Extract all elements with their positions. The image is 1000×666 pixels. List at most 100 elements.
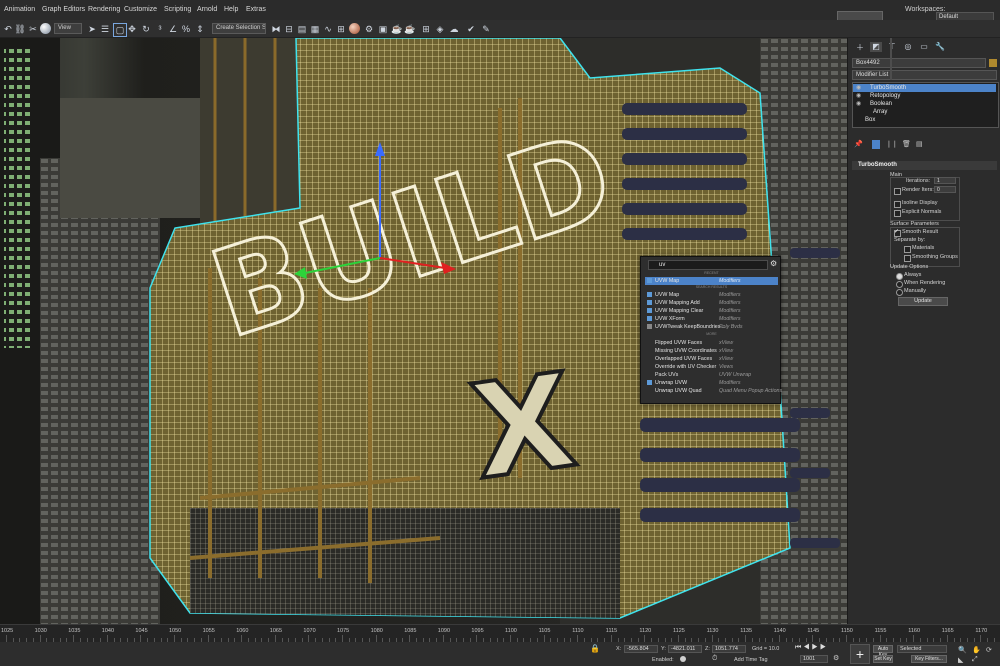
settings-gear-icon[interactable]: ⚙ <box>770 259 777 268</box>
modify-tab-icon[interactable]: ◩ <box>870 42 882 52</box>
play-icon[interactable]: ▶ <box>812 644 820 651</box>
x-coord-field[interactable]: -565.804 <box>624 645 658 653</box>
create-tab-icon[interactable]: ＋ <box>854 42 866 52</box>
iterations-spinner[interactable]: 1 <box>934 177 956 184</box>
make-unique-icon[interactable]: ❘❘ <box>886 140 898 148</box>
search-result-item[interactable]: Unwrap UVW Modifiers <box>645 379 778 387</box>
stack-item-retopology[interactable]: ◉ Retopology <box>853 92 996 100</box>
render-iterative-icon[interactable]: ☕ <box>404 23 416 35</box>
schematic-view-icon[interactable]: ⊞ <box>335 23 347 35</box>
cloud-icon[interactable]: ☁ <box>448 23 460 35</box>
bind-space-warp-icon[interactable] <box>40 23 51 34</box>
check-icon[interactable]: ✔ <box>465 23 477 35</box>
auto-key-button[interactable]: Auto Key <box>873 645 893 658</box>
unlink-icon[interactable]: ✂ <box>27 23 39 35</box>
stack-item-box[interactable]: Box <box>853 116 996 124</box>
rotate-icon[interactable]: ↻ <box>140 23 152 35</box>
display-tab-icon[interactable]: ▭ <box>918 42 930 52</box>
stack-item-turbosmooth[interactable]: ◉ TurboSmooth <box>853 84 996 92</box>
timeline-ruler[interactable]: 1025 1030 1035 1040 1045 1050 1055 1060 1065 1070… <box>0 624 1000 643</box>
link-icon[interactable]: ⛓ <box>14 23 26 35</box>
layer-icon[interactable]: ▤ <box>296 23 308 35</box>
move-icon[interactable]: ✥ <box>126 23 138 35</box>
spinner-snap-icon[interactable]: ⇕ <box>194 23 206 35</box>
rectangular-selection-icon[interactable]: ▢ <box>113 23 127 37</box>
snap-icon[interactable]: ³ <box>154 23 166 35</box>
object-name-field[interactable]: Box4492 <box>852 58 986 68</box>
undo-icon[interactable]: ↶ <box>2 23 14 35</box>
manually-radio[interactable] <box>896 289 903 296</box>
grid-icon[interactable]: ⊞ <box>420 23 432 35</box>
isoline-display-checkbox[interactable] <box>894 201 901 208</box>
scene-explorer-icon[interactable]: ▦ <box>309 23 321 35</box>
update-button[interactable]: Update <box>898 297 948 306</box>
smooth-result-checkbox[interactable] <box>894 228 901 237</box>
search-result-item[interactable]: Flipped UVW Faces xView <box>645 339 778 347</box>
configure-modifier-sets-icon[interactable]: ▤ <box>916 140 923 148</box>
pin-stack-icon[interactable]: 📌 <box>854 140 863 148</box>
smoothing-groups-checkbox[interactable] <box>904 255 911 262</box>
menu-animation[interactable]: Animation <box>4 6 35 13</box>
select-by-name-icon[interactable]: ☰ <box>99 23 111 35</box>
orbit-icon[interactable]: ⟳ <box>986 646 992 654</box>
materials-checkbox[interactable] <box>904 246 911 253</box>
render-icon[interactable]: ☕ <box>391 23 403 35</box>
hierarchy-tab-icon[interactable]: ⊤ <box>886 42 898 52</box>
menu-scripting[interactable]: Scripting <box>164 6 191 13</box>
search-result-item[interactable]: UVW XForm Modifiers <box>645 315 778 323</box>
turbosmooth-rollout-header[interactable]: TurboSmooth <box>852 161 997 170</box>
prev-frame-icon[interactable]: ◀ <box>803 644 811 651</box>
search-result-item[interactable]: UVW Map Modifiers <box>645 291 778 299</box>
object-paint-icon[interactable]: ✎ <box>480 23 492 35</box>
menu-rendering[interactable]: Rendering <box>88 6 120 13</box>
render-frame-icon[interactable]: ▣ <box>377 23 389 35</box>
align-icon[interactable]: ⊟ <box>283 23 295 35</box>
material-editor-icon[interactable] <box>349 23 360 34</box>
key-filters-button[interactable]: Key Filters... <box>911 655 947 663</box>
search-result-item[interactable]: Unwrap UVW Quad Quad Menu Popup Actions <box>645 387 782 395</box>
percent-snap-icon[interactable]: % <box>180 23 192 35</box>
pan-icon[interactable]: ✋ <box>972 646 981 654</box>
mirror-icon[interactable]: ⧓ <box>270 23 282 35</box>
render-iters-checkbox[interactable] <box>894 188 901 195</box>
always-radio[interactable] <box>896 273 903 280</box>
utilities-tab-icon[interactable]: 🔧 <box>934 42 946 52</box>
search-result-item[interactable]: UVW Mapping Add Modifiers <box>645 299 778 307</box>
curve-editor-icon[interactable]: ∿ <box>322 23 334 35</box>
search-result-item[interactable]: Pack UVs UVW Unwrap <box>645 371 778 379</box>
select-object-icon[interactable]: ➤ <box>86 23 98 35</box>
search-input[interactable] <box>648 260 768 270</box>
view-combo[interactable]: View <box>54 23 82 34</box>
search-result-item[interactable]: Missing UVW Coordinates xView <box>645 347 778 355</box>
z-coord-field[interactable]: 1051.774 <box>712 645 746 653</box>
key-mode-select[interactable]: Selected <box>897 645 947 653</box>
menu-customize[interactable]: Customize <box>124 6 157 13</box>
time-config-icon[interactable]: ⚙ <box>833 654 839 662</box>
remove-modifier-icon[interactable]: 🗑 <box>902 140 911 148</box>
object-color-swatch[interactable] <box>989 59 997 67</box>
menu-help[interactable]: Help <box>224 6 238 13</box>
selection-set-combo[interactable]: Create Selection Se <box>212 23 266 34</box>
time-tag-icon[interactable]: ⏱ <box>712 655 717 663</box>
modifier-list-dropdown[interactable]: Modifier List <box>852 70 997 80</box>
eye-icon[interactable]: ◉ <box>856 84 861 92</box>
search-result-item[interactable]: Override with UV Checker Views <box>645 363 778 371</box>
snapshot-icon[interactable]: ◈ <box>434 23 446 35</box>
menu-extras[interactable]: Extras <box>246 6 266 13</box>
render-setup-icon[interactable]: ⚙ <box>363 23 375 35</box>
motion-tab-icon[interactable]: ◎ <box>902 42 914 52</box>
current-frame-field[interactable]: 1001 <box>800 655 828 663</box>
search-result-item[interactable]: UVW Mapping Clear Modifiers <box>645 307 778 315</box>
next-frame-icon[interactable]: ▶ <box>820 644 828 651</box>
show-end-result-icon[interactable] <box>872 140 880 149</box>
lock-selection-icon[interactable]: 🔒 <box>590 644 600 653</box>
angle-snap-icon[interactable]: ∠ <box>167 23 179 35</box>
menu-arnold[interactable]: Arnold <box>197 6 217 13</box>
set-key-plus-button[interactable]: + <box>850 644 870 664</box>
stack-item-array[interactable]: Array <box>853 108 996 116</box>
eye-icon[interactable]: ◉ <box>856 92 861 100</box>
add-time-tag-label[interactable]: Add Time Tag <box>734 657 768 663</box>
field-of-view-icon[interactable]: ◣ <box>958 656 963 664</box>
when-rendering-radio[interactable] <box>896 281 903 288</box>
search-result-item[interactable]: Overlapped UVW Faces xView <box>645 355 778 363</box>
